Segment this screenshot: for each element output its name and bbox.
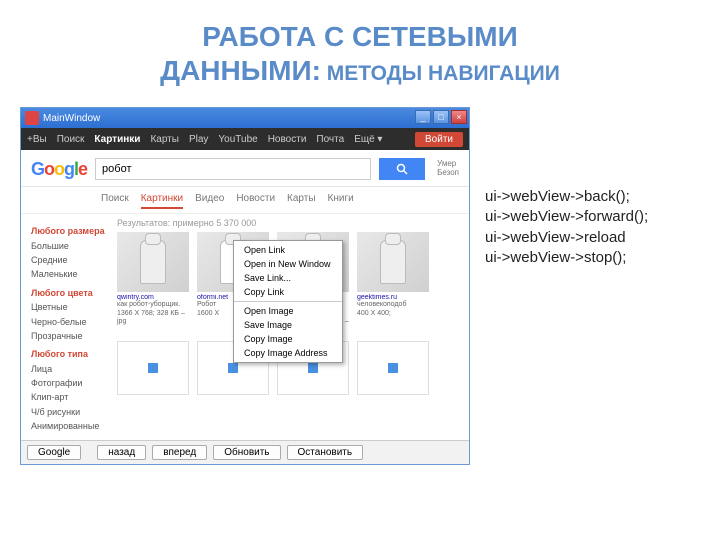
minimize-button[interactable]: _ [415, 110, 431, 124]
gbar-more[interactable]: Ещё ▾ [354, 134, 382, 145]
ctx-copy-image[interactable]: Copy Image [234, 332, 342, 346]
gbar-news[interactable]: Новости [268, 134, 307, 145]
color-trans[interactable]: Прозрачные [31, 329, 107, 343]
tab-books[interactable]: Книги [328, 193, 354, 209]
window-title: MainWindow [43, 113, 100, 124]
size-medium[interactable]: Средние [31, 253, 107, 267]
title-line2: ДАННЫМИ: МЕТОДЫ НАВИГАЦИИ [40, 54, 680, 88]
ctx-copy-link[interactable]: Copy Link [234, 285, 342, 299]
code-sample: ui->webView->back(); ui->webView->forwar… [485, 107, 648, 464]
search-input[interactable] [95, 158, 371, 180]
type-faces[interactable]: Лица [31, 362, 107, 376]
ctx-save-image[interactable]: Save Image [234, 318, 342, 332]
google-logo[interactable]: Google [31, 159, 87, 180]
ctx-copy-image-address[interactable]: Copy Image Address [234, 346, 342, 360]
gbar-search[interactable]: Поиск [57, 134, 85, 145]
gbar-images[interactable]: Картинки [94, 134, 140, 145]
tab-images[interactable]: Картинки [141, 193, 183, 209]
image-placeholder-icon [148, 363, 158, 373]
stop-button[interactable]: Остановить [287, 445, 364, 460]
google-button[interactable]: Google [27, 445, 81, 460]
search-row: Google УмерБезоп [21, 150, 469, 187]
type-anim[interactable]: Анимированные [31, 419, 107, 433]
filter-sidebar: Любого размера Большие Средние Маленькие… [21, 214, 111, 439]
gbar-maps[interactable]: Карты [150, 134, 179, 145]
result-thumb[interactable]: qwintry.com как робот-уборщик. 1366 X 76… [117, 232, 189, 335]
forward-button[interactable]: вперед [152, 445, 207, 460]
size-header[interactable]: Любого размера [31, 224, 107, 238]
tab-news[interactable]: Новости [236, 193, 275, 209]
title-line1: РАБОТА С СЕТЕВЫМИ [40, 20, 680, 54]
search-button[interactable] [379, 158, 425, 180]
gbar-play[interactable]: Play [189, 134, 208, 145]
tab-search[interactable]: Поиск [101, 193, 129, 209]
results-panel: Результатов: примерно 5 370 000 qwintry.… [111, 214, 469, 439]
window-titlebar[interactable]: MainWindow _ □ × [21, 108, 469, 128]
slide-title: РАБОТА С СЕТЕВЫМИ ДАННЫМИ: МЕТОДЫ НАВИГА… [0, 0, 720, 97]
tab-video[interactable]: Видео [195, 193, 224, 209]
nav-toolbar: Google назад вперед Обновить Остановить [21, 440, 469, 464]
reload-button[interactable]: Обновить [213, 445, 280, 460]
back-button[interactable]: назад [97, 445, 146, 460]
size-large[interactable]: Большие [31, 239, 107, 253]
code-line: ui->webView->back(); [485, 187, 648, 207]
type-photos[interactable]: Фотографии [31, 376, 107, 390]
google-top-bar: +Вы Поиск Картинки Карты Play YouTube Но… [21, 128, 469, 150]
ctx-open-image[interactable]: Open Image [234, 304, 342, 318]
gbar-mail[interactable]: Почта [316, 134, 344, 145]
tab-maps[interactable]: Карты [287, 193, 316, 209]
gbar-you[interactable]: +Вы [27, 134, 47, 145]
size-small[interactable]: Маленькие [31, 267, 107, 281]
type-lineart[interactable]: Ч/б рисунки [31, 405, 107, 419]
context-menu: Open Link Open in New Window Save Link..… [233, 240, 343, 363]
result-thumb[interactable]: geektimes.ru человекоподоб 400 X 400; [357, 232, 429, 335]
type-header[interactable]: Любого типа [31, 347, 107, 361]
ctx-open-link[interactable]: Open Link [234, 243, 342, 257]
app-icon [25, 111, 39, 125]
ctx-save-link[interactable]: Save Link... [234, 271, 342, 285]
color-bw[interactable]: Черно-белые [31, 315, 107, 329]
signin-button[interactable]: Войти [415, 132, 463, 147]
image-placeholder-icon [388, 363, 398, 373]
loading-thumb [117, 341, 189, 395]
maximize-button[interactable]: □ [433, 110, 449, 124]
image-placeholder-icon [228, 363, 238, 373]
image-placeholder-icon [308, 363, 318, 373]
code-line: ui->webView->stop(); [485, 248, 648, 268]
gbar-youtube[interactable]: YouTube [218, 134, 257, 145]
result-count: Результатов: примерно 5 370 000 [117, 218, 463, 228]
ctx-open-new-window[interactable]: Open in New Window [234, 257, 342, 271]
type-clipart[interactable]: Клип-арт [31, 390, 107, 404]
color-header[interactable]: Любого цвета [31, 286, 107, 300]
close-button[interactable]: × [451, 110, 467, 124]
app-window: MainWindow _ □ × +Вы Поиск Картинки Карт… [20, 107, 470, 464]
code-line: ui->webView->reload [485, 228, 648, 248]
safesearch-label: УмерБезоп [437, 160, 459, 178]
loading-thumb [357, 341, 429, 395]
search-tabs: Поиск Картинки Видео Новости Карты Книги [21, 187, 469, 214]
color-color[interactable]: Цветные [31, 300, 107, 314]
code-line: ui->webView->forward(); [485, 207, 648, 227]
